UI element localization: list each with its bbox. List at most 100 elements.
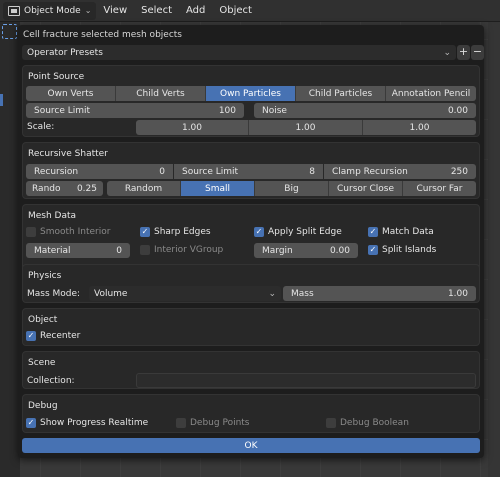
panel-title: Mesh Data	[28, 211, 77, 221]
panel-title: Physics	[28, 271, 62, 281]
recursive-source-limit-field[interactable]: Source Limit 8	[174, 164, 323, 179]
scale-x-field[interactable]: 1.00	[136, 120, 249, 135]
ok-button[interactable]: OK	[22, 438, 480, 453]
cell-fracture-dialog: Cell fracture selected mesh objects Oper…	[18, 25, 484, 458]
noise-value: 0.00	[447, 105, 468, 116]
option-child-particles[interactable]: Child Particles	[296, 86, 386, 101]
sidebar-strip	[488, 22, 500, 477]
option-child-verts[interactable]: Child Verts	[116, 86, 206, 101]
mass-mode-label: Mass Mode:	[27, 289, 81, 299]
debug-boolean-label: Debug Boolean	[340, 418, 409, 428]
source-limit-label: Source Limit	[34, 105, 91, 116]
mode-small[interactable]: Small	[181, 181, 255, 196]
remove-preset-button[interactable]: −	[471, 45, 484, 60]
panel-title: Point Source	[28, 72, 85, 82]
sharp-edges-checkbox[interactable]: ✓ Sharp Edges	[140, 227, 211, 237]
scale-y-field[interactable]: 1.00	[249, 120, 363, 135]
checkmark-icon: ✓	[140, 227, 150, 237]
recursion-field[interactable]: Recursion 0	[26, 164, 173, 179]
show-progress-realtime-checkbox[interactable]: ✓ Show Progress Realtime	[26, 418, 148, 428]
toolbar-strip	[0, 22, 20, 477]
panel-title: Scene	[28, 358, 56, 368]
mass-field[interactable]: Mass 1.00	[283, 286, 476, 301]
recursion-label: Recursion	[34, 166, 79, 177]
collection-label: Collection:	[27, 376, 75, 386]
debug-panel: Debug ✓ Show Progress Realtime Debug Poi…	[22, 394, 480, 433]
source-limit-value: 8	[309, 166, 315, 177]
presets-label: Operator Presets	[27, 47, 103, 58]
mass-value: 1.00	[447, 288, 468, 299]
checkmark-icon: ✓	[26, 331, 36, 341]
clamp-recursion-label: Clamp Recursion	[332, 166, 408, 177]
point-source-options: Own Verts Child Verts Own Particles Chil…	[26, 86, 476, 101]
add-preset-button[interactable]: +	[457, 45, 470, 60]
split-islands-checkbox[interactable]: ✓ Split Islands	[368, 245, 436, 255]
chevron-down-icon: ⌄	[443, 47, 451, 58]
collection-input[interactable]	[136, 373, 476, 388]
physics-panel: Physics Mass Mode: Volume ⌄ Mass 1.00	[22, 264, 480, 303]
chevron-down-icon: ⌄	[268, 288, 276, 299]
recenter-checkbox[interactable]: ✓ Recenter	[26, 331, 80, 341]
interior-vgroup-checkbox[interactable]: Interior VGroup	[140, 245, 223, 255]
debug-points-label: Debug Points	[190, 418, 250, 428]
scale-fields: 1.00 1.00 1.00	[136, 120, 476, 135]
menu-view[interactable]: View	[96, 5, 134, 16]
option-annotation-pencil[interactable]: Annotation Pencil	[386, 86, 476, 101]
chevron-down-icon: ⌄	[84, 6, 92, 15]
checkbox-icon	[26, 227, 36, 237]
material-label: Material	[34, 245, 71, 256]
apply-split-edge-label: Apply Split Edge	[268, 227, 342, 237]
mass-mode-dropdown[interactable]: Volume ⌄	[89, 286, 281, 301]
debug-points-checkbox[interactable]: Debug Points	[176, 418, 250, 428]
checkmark-icon: ✓	[254, 227, 264, 237]
match-data-label: Match Data	[382, 227, 434, 237]
rando-label: Rando	[32, 183, 61, 194]
object-mode-dropdown[interactable]: Object Mode ⌄	[3, 1, 97, 20]
mode-random[interactable]: Random	[107, 181, 181, 196]
checkbox-icon	[176, 418, 186, 428]
noise-field[interactable]: Noise 0.00	[254, 103, 476, 118]
panel-title: Object	[28, 315, 58, 325]
source-limit-value: 100	[218, 105, 236, 116]
operator-presets-dropdown[interactable]: Operator Presets ⌄	[22, 45, 456, 60]
checkmark-icon: ✓	[368, 245, 378, 255]
clamp-recursion-field[interactable]: Clamp Recursion 250	[324, 164, 476, 179]
material-field[interactable]: Material 0	[26, 243, 130, 258]
clamp-recursion-value: 250	[450, 166, 468, 177]
menu-select[interactable]: Select	[134, 5, 179, 16]
option-own-particles[interactable]: Own Particles	[206, 86, 296, 101]
mode-cursor-close[interactable]: Cursor Close	[329, 181, 403, 196]
mode-cursor-far[interactable]: Cursor Far	[403, 181, 476, 196]
checkmark-icon: ✓	[368, 227, 378, 237]
show-progress-label: Show Progress Realtime	[40, 418, 149, 428]
object-panel: Object ✓ Recenter	[22, 308, 480, 346]
select-box-tool-icon[interactable]	[2, 24, 17, 39]
object-mode-label: Object Mode	[24, 5, 81, 16]
viewport-header: Object Mode ⌄ View Select Add Object	[0, 0, 500, 22]
rando-field[interactable]: Rando 0.25	[26, 181, 103, 196]
match-data-checkbox[interactable]: ✓ Match Data	[368, 227, 434, 237]
apply-split-edge-checkbox[interactable]: ✓ Apply Split Edge	[254, 227, 342, 237]
menu-add[interactable]: Add	[179, 5, 212, 16]
option-own-verts[interactable]: Own Verts	[26, 86, 116, 101]
smooth-interior-checkbox[interactable]: Smooth Interior	[26, 227, 110, 237]
checkbox-icon	[326, 418, 336, 428]
panel-title: Recursive Shatter	[28, 149, 108, 159]
recursion-value: 0	[159, 166, 165, 177]
source-limit-field[interactable]: Source Limit 100	[26, 103, 244, 118]
rando-value: 0.25	[76, 183, 97, 194]
debug-boolean-checkbox[interactable]: Debug Boolean	[326, 418, 409, 428]
margin-field[interactable]: Margin 0.00	[254, 243, 358, 258]
dialog-title: Cell fracture selected mesh objects	[23, 30, 182, 40]
noise-label: Noise	[262, 105, 287, 116]
scale-label: Scale:	[27, 122, 55, 132]
material-value: 0	[116, 245, 122, 256]
menu-object[interactable]: Object	[212, 5, 259, 16]
checkbox-icon	[140, 245, 150, 255]
margin-label: Margin	[262, 245, 293, 256]
point-source-panel: Point Source Own Verts Child Verts Own P…	[22, 65, 480, 137]
sharp-edges-label: Sharp Edges	[154, 227, 211, 237]
margin-value: 0.00	[329, 245, 350, 256]
mode-big[interactable]: Big	[255, 181, 329, 196]
scale-z-field[interactable]: 1.00	[363, 120, 476, 135]
